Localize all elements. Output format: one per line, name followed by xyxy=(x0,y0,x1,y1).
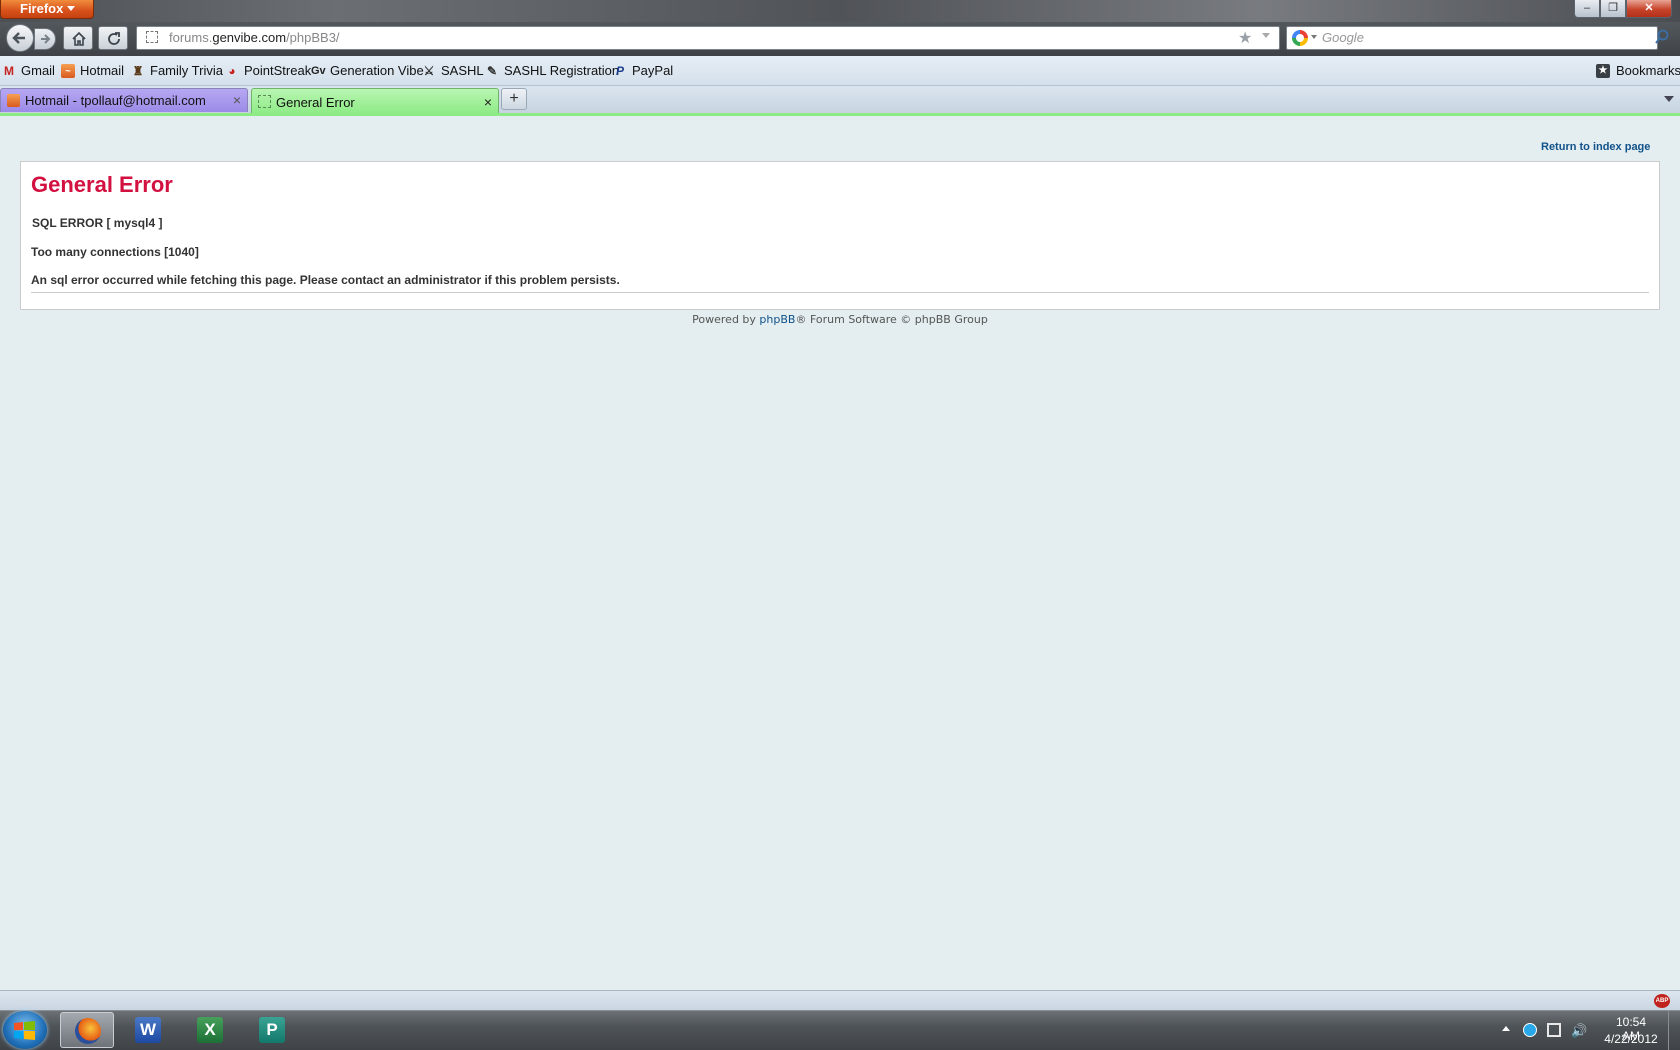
bookmark-label: Family Trivia xyxy=(150,63,223,78)
error-panel xyxy=(20,161,1660,310)
list-all-tabs-icon[interactable] xyxy=(1664,96,1674,102)
gmail-icon: M xyxy=(4,63,14,78)
footer-suffix: ® Forum Software © phpBB Group xyxy=(795,313,988,326)
paypal-icon: P xyxy=(615,63,624,78)
url-path: /phpBB3/ xyxy=(286,30,340,45)
forward-button[interactable] xyxy=(34,28,56,50)
bookmark-family-trivia[interactable]: ♜ Family Trivia xyxy=(131,63,223,78)
pointstreak-icon: ◕ xyxy=(228,63,236,78)
bookmarks-star-icon: ★ xyxy=(1596,63,1610,78)
bookmark-hotmail[interactable]: ~ Hotmail xyxy=(61,63,124,78)
home-button[interactable] xyxy=(63,26,93,50)
page-footer: Powered by phpBB® Forum Software © phpBB… xyxy=(0,313,1680,326)
excel-icon: X xyxy=(197,1017,223,1043)
maximize-button[interactable]: ❐ xyxy=(1600,0,1626,18)
sashl-icon: ⚔ xyxy=(423,63,435,78)
back-arrow-icon xyxy=(12,32,25,44)
close-tab-icon[interactable]: × xyxy=(233,92,241,108)
bookmark-label: Gmail xyxy=(21,63,55,78)
firefox-icon xyxy=(75,1018,101,1044)
sql-error-label: SQL ERROR [ mysql4 ] xyxy=(32,216,163,230)
network-icon[interactable] xyxy=(1547,1023,1561,1037)
footer-prefix: Powered by xyxy=(692,313,760,326)
show-desktop-button[interactable] xyxy=(1668,1010,1680,1050)
bookmark-generation-vibe[interactable]: Gv Generation Vibe xyxy=(311,63,424,78)
search-engine-dropdown-icon[interactable] xyxy=(1311,35,1317,39)
bookmark-label: Hotmail xyxy=(80,63,125,78)
reload-button[interactable] xyxy=(98,26,128,50)
page-title: General Error xyxy=(31,172,173,197)
tab-general-error[interactable]: General Error × xyxy=(251,88,499,114)
tab-hotmail[interactable]: Hotmail - tpollauf@hotmail.com × xyxy=(0,88,248,112)
bookmark-label: PayPal xyxy=(632,63,674,78)
minimize-button[interactable]: – xyxy=(1574,0,1600,18)
forward-arrow-icon xyxy=(41,34,51,44)
error-detail: Too many connections [1040] xyxy=(31,245,199,259)
bookmark-label: SASHL Registration xyxy=(504,63,620,78)
volume-icon[interactable]: 🔊 xyxy=(1571,1023,1587,1039)
skype-tray-icon[interactable] xyxy=(1523,1023,1537,1037)
url-host-prefix: forums. xyxy=(169,30,213,45)
search-icon[interactable] xyxy=(1654,29,1670,45)
close-tab-icon[interactable]: × xyxy=(484,94,492,110)
tab-label: General Error xyxy=(276,95,355,110)
start-button[interactable] xyxy=(3,1011,47,1049)
divider xyxy=(31,292,1649,293)
error-message: An sql error occurred while fetching thi… xyxy=(31,273,620,287)
bookmark-paypal[interactable]: P PayPal xyxy=(613,63,673,78)
chevron-down-icon xyxy=(67,6,75,11)
home-icon xyxy=(72,31,86,46)
adblock-plus-icon[interactable]: ABP xyxy=(1654,994,1670,1008)
url-host-domain: genvibe.com xyxy=(212,30,287,45)
hotmail-favicon-icon xyxy=(7,94,20,107)
bookmark-sashl[interactable]: ⚔ SASHL xyxy=(422,63,484,78)
url-text[interactable]: forums.genvibe.com/phpBB3/ xyxy=(169,30,340,45)
search-placeholder: Google xyxy=(1322,30,1364,45)
word-icon: W xyxy=(135,1017,161,1043)
taskbar-word[interactable]: W xyxy=(122,1012,176,1048)
new-tab-button[interactable]: + xyxy=(501,88,527,110)
url-history-dropdown-icon[interactable] xyxy=(1262,33,1270,38)
bookmarks-menu-label: Bookmarks xyxy=(1616,63,1680,78)
generation-vibe-icon: Gv xyxy=(311,64,326,77)
taskbar-publisher[interactable]: P xyxy=(246,1012,300,1048)
bookmark-label: PointStreak xyxy=(244,63,312,78)
bookmark-pointstreak[interactable]: ◕ PointStreak xyxy=(225,63,311,78)
bookmark-sashl-registration[interactable]: ✎ SASHL Registration xyxy=(485,63,619,78)
firefox-menu-label: Firefox xyxy=(20,1,64,16)
bookmark-star-icon[interactable]: ★ xyxy=(1238,28,1252,48)
windows-logo-icon xyxy=(14,1021,35,1040)
addon-bar xyxy=(0,990,1680,1010)
return-to-index-link[interactable]: Return to index page xyxy=(1541,141,1650,153)
taskbar-excel[interactable]: X xyxy=(184,1012,238,1048)
sashl-registration-icon: ✎ xyxy=(486,63,498,78)
blank-page-favicon-icon xyxy=(258,95,271,108)
plus-icon: + xyxy=(509,90,519,107)
publisher-icon: P xyxy=(259,1017,285,1043)
family-trivia-icon: ♜ xyxy=(132,63,144,78)
bookmark-label: SASHL xyxy=(441,63,484,78)
tab-label: Hotmail - tpollauf@hotmail.com xyxy=(25,93,206,108)
back-button[interactable] xyxy=(6,24,34,52)
hotmail-icon: ~ xyxy=(61,63,75,78)
window-titlebar xyxy=(0,0,1680,22)
phpbb-link[interactable]: phpBB xyxy=(759,313,795,326)
bookmark-label: Generation Vibe xyxy=(330,63,424,78)
clock-date[interactable]: 4/22/2012 xyxy=(1602,1032,1660,1046)
reload-icon xyxy=(108,32,120,45)
firefox-menu-button[interactable]: Firefox xyxy=(0,0,94,19)
page-identity-icon[interactable] xyxy=(146,31,158,43)
bookmark-gmail[interactable]: M Gmail xyxy=(2,63,55,78)
close-window-button[interactable]: ✕ xyxy=(1626,0,1672,18)
taskbar-firefox[interactable] xyxy=(60,1012,114,1048)
google-search-engine-icon[interactable] xyxy=(1292,30,1308,46)
bookmarks-menu-button[interactable]: ★ Bookmarks xyxy=(1596,63,1680,78)
show-hidden-icons-icon[interactable] xyxy=(1502,1026,1510,1031)
